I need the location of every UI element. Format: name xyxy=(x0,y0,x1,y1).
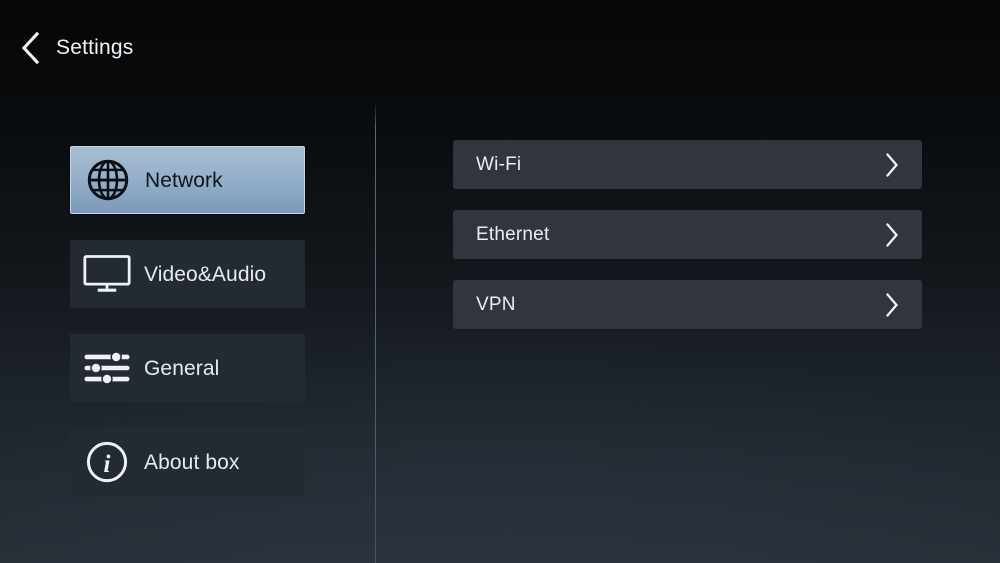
sidebar-item-label: About box xyxy=(144,450,240,474)
panel-row-ethernet[interactable]: Ethernet xyxy=(453,210,922,259)
vertical-divider xyxy=(375,100,376,563)
back-button[interactable] xyxy=(8,18,54,78)
network-options-panel: Wi-Fi Ethernet VPN xyxy=(453,140,922,329)
panel-row-vpn[interactable]: VPN xyxy=(453,280,922,329)
settings-sidebar: Network Video&Audio General i About box xyxy=(70,146,305,496)
panel-row-label: VPN xyxy=(476,294,516,315)
sidebar-item-video-audio[interactable]: Video&Audio xyxy=(70,240,305,308)
chevron-right-icon xyxy=(882,152,902,178)
sidebar-item-general[interactable]: General xyxy=(70,334,305,402)
globe-icon xyxy=(71,147,145,213)
settings-screen: Settings Network Video&Audio General i A… xyxy=(0,0,1000,563)
chevron-right-icon xyxy=(882,292,902,318)
sidebar-item-label: Video&Audio xyxy=(144,262,267,286)
sliders-icon xyxy=(70,334,144,402)
chevron-left-icon xyxy=(19,31,43,65)
page-title: Settings xyxy=(56,36,134,59)
sidebar-item-label: Network xyxy=(145,168,223,192)
sidebar-item-about-box[interactable]: i About box xyxy=(70,428,305,496)
sidebar-item-network[interactable]: Network xyxy=(70,146,305,214)
info-circle-icon: i xyxy=(70,428,144,496)
panel-row-wifi[interactable]: Wi-Fi xyxy=(453,140,922,189)
svg-text:i: i xyxy=(104,451,111,478)
panel-row-label: Ethernet xyxy=(476,224,550,245)
monitor-icon xyxy=(70,240,144,308)
header-bar: Settings xyxy=(0,0,1000,96)
sidebar-item-label: General xyxy=(144,356,220,380)
panel-row-label: Wi-Fi xyxy=(476,154,522,175)
chevron-right-icon xyxy=(882,222,902,248)
